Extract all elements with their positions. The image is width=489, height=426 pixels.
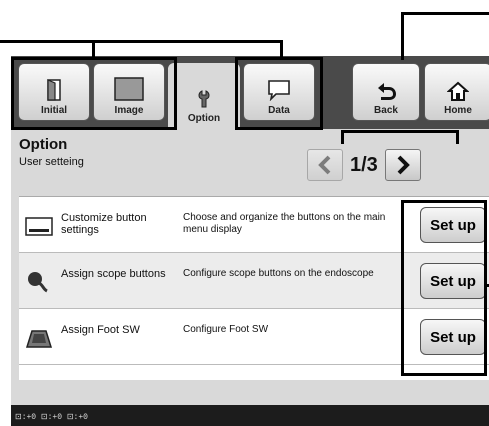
tab-initial-label: Initial — [40, 105, 68, 116]
keyboard-icon — [25, 217, 53, 236]
prev-page-button[interactable] — [307, 149, 343, 181]
image-icon — [114, 77, 144, 101]
tab-image-label: Image — [114, 105, 144, 116]
item-description: Configure Foot SW — [183, 324, 269, 335]
status-bar: ⊡:+0 ⊡:+0 ⊡:+0 — [11, 405, 489, 426]
back-button[interactable]: Back — [352, 63, 420, 121]
tab-initial[interactable]: Initial — [18, 63, 90, 121]
setup-button-scope[interactable]: Set up — [420, 263, 486, 299]
setup-button-customize[interactable]: Set up — [420, 207, 486, 243]
callout-line — [92, 40, 95, 57]
pager: 1/3 — [307, 148, 421, 182]
callout-line — [401, 12, 489, 15]
tab-data[interactable]: Data — [243, 63, 315, 121]
option-screen: Initial Image Option Data Back Home Opti… — [11, 56, 489, 426]
back-label: Back — [374, 105, 398, 116]
home-label: Home — [444, 105, 472, 116]
chevron-left-icon — [318, 155, 331, 175]
tab-image[interactable]: Image — [93, 63, 165, 121]
home-button[interactable]: Home — [424, 63, 489, 121]
scope-icon — [28, 272, 48, 293]
page-title: Option — [19, 136, 68, 153]
foot-switch-icon — [25, 330, 53, 348]
tab-option[interactable]: Option — [168, 63, 240, 129]
list-item: Assign scope buttons Configure scope but… — [19, 253, 489, 309]
list-item: Customize button settings Choose and org… — [19, 197, 489, 253]
back-arrow-icon — [378, 83, 396, 100]
item-description: Choose and organize the buttons on the m… — [183, 212, 386, 235]
callout-line — [401, 12, 404, 60]
speech-bubble-icon — [268, 80, 290, 101]
settings-list: Customize button settings Choose and org… — [19, 196, 489, 380]
item-description: Configure scope buttons on the endoscope — [183, 268, 374, 279]
top-menu-bar: Initial Image Option Data Back Home — [11, 56, 489, 129]
item-name: Assign Foot SW — [61, 324, 140, 336]
list-item: Assign Foot SW Configure Foot SW Set up — [19, 309, 489, 365]
callout-line — [0, 40, 283, 43]
page-subtitle: User setteing — [19, 156, 84, 168]
tab-option-label: Option — [187, 113, 221, 124]
tab-data-label: Data — [268, 105, 290, 116]
chevron-right-icon — [397, 155, 410, 175]
setup-button-footsw[interactable]: Set up — [420, 319, 486, 355]
next-page-button[interactable] — [384, 149, 421, 181]
item-name: Assign scope buttons — [61, 268, 166, 280]
callout-line — [280, 40, 283, 57]
item-name: Customize button settings — [61, 212, 147, 236]
home-icon — [447, 81, 469, 101]
wrench-icon — [198, 90, 210, 108]
page-indicator: 1/3 — [350, 153, 378, 176]
door-icon — [47, 79, 61, 101]
